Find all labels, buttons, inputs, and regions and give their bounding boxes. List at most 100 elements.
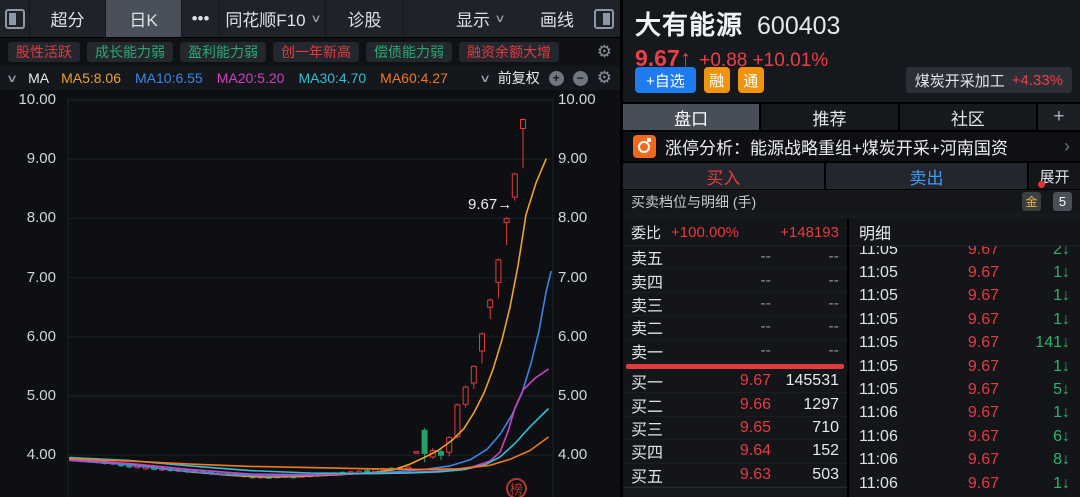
adjust-chevron-icon[interactable]: ∨	[479, 72, 491, 85]
add-tab-button[interactable]: +	[1038, 104, 1080, 130]
zoom-in-icon[interactable]: +	[549, 71, 564, 86]
rank-stamp-icon[interactable]: 榜	[506, 478, 527, 497]
trade-time: 11:05	[859, 311, 921, 329]
bid-row[interactable]: 买一9.67145531	[623, 370, 847, 393]
stock-tag[interactable]: 创一年新高	[273, 42, 359, 62]
toolbar-zhengu-button[interactable]: 诊股	[326, 0, 404, 37]
y-axis-tick-l: 8.00	[6, 209, 56, 226]
panel-left-icon	[5, 9, 25, 29]
ma-group-label: MA	[28, 70, 49, 86]
quote-tabs: 盘口推荐社区+	[623, 104, 1080, 132]
tab-盘口[interactable]: 盘口	[623, 104, 761, 130]
adjust-mode-label[interactable]: 前复权	[498, 68, 540, 88]
ask-volume: --	[771, 318, 839, 336]
trade-detail-row[interactable]: 11:059.671↓	[849, 308, 1080, 331]
trade-volume: 6↓	[999, 428, 1070, 446]
y-axis-tick-l: 7.00	[6, 269, 56, 286]
trade-detail-row[interactable]: 11:059.67141↓	[849, 332, 1080, 355]
stock-tag[interactable]: 盈利能力弱	[180, 42, 266, 62]
candlestick-chart[interactable]: 9.67→ ←3.60 榜 10.0010.009.009.008.008.00…	[0, 90, 620, 497]
connect-badge[interactable]: 通	[738, 67, 764, 93]
stock-tag[interactable]: 股性活跃	[8, 42, 80, 62]
ask-volume: --	[771, 295, 839, 313]
bid-row[interactable]: 买五9.63503	[623, 464, 847, 487]
industry-chip[interactable]: 煤炭开采加工 +4.33%	[906, 67, 1072, 93]
trade-detail-row[interactable]: 11:069.676↓	[849, 425, 1080, 448]
latest-price-annotation: 9.67→	[468, 196, 512, 213]
ma-line-MA20	[70, 369, 548, 474]
toolbar-f10-button[interactable]: 同花顺F10 ∨	[220, 0, 326, 37]
level-count-badge[interactable]: 5	[1053, 192, 1072, 211]
ma-collapse-chevron-icon[interactable]: ∨	[6, 72, 18, 85]
trade-volume: 8↓	[999, 451, 1070, 469]
price-change-pct: +10.01%	[753, 50, 829, 71]
tags-settings-gear-icon[interactable]: ⚙	[597, 42, 612, 62]
order-book-column: 委比 +100.00% +148193 卖五----卖四----卖三----卖二…	[623, 219, 849, 497]
sell-button[interactable]: 卖出	[826, 163, 1029, 189]
trade-price: 9.67	[921, 264, 999, 282]
toolbar-chaofen-button[interactable]: 超分	[30, 0, 106, 37]
chevron-down-icon: ∨	[310, 12, 321, 25]
ask-row[interactable]: 卖一----	[623, 340, 847, 363]
trade-detail-row[interactable]: 11:059.671↓	[849, 355, 1080, 378]
stock-code: 600403	[757, 12, 840, 40]
k-line-svg	[0, 90, 620, 497]
trade-time: 11:06	[859, 404, 921, 422]
stock-tag[interactable]: 偿债能力弱	[366, 42, 452, 62]
f10-label: 同花顺F10	[225, 6, 305, 31]
trade-time: 11:05	[859, 264, 921, 282]
trade-detail-row[interactable]: 11:069.678↓	[849, 449, 1080, 472]
add-watchlist-button[interactable]: +自选	[635, 67, 696, 93]
toolbar-draw-button[interactable]: 画线	[526, 0, 588, 37]
y-axis-tick-r: 4.00	[558, 446, 587, 463]
ask-row[interactable]: 卖二----	[623, 316, 847, 339]
zoom-out-icon[interactable]: −	[573, 71, 588, 86]
gold-feature-badge[interactable]: 金	[1022, 192, 1041, 211]
limit-up-analysis-text: 涨停分析：能源战略重组+煤炭开采+河南国资	[665, 134, 1008, 159]
trade-detail-row[interactable]: 11:069.671↓	[849, 472, 1080, 495]
bid-row[interactable]: 买四9.64152	[623, 440, 847, 463]
bid-volume: 1297	[771, 396, 839, 414]
limit-up-analysis-row[interactable]: 涨停分析：能源战略重组+煤炭开采+河南国资 ›	[623, 132, 1080, 163]
bid-label: 买三	[631, 416, 685, 440]
collapse-left-panel-button[interactable]	[0, 0, 30, 37]
chart-toolbar: 超分 日K ••• 同花顺F10 ∨ 诊股 显示∨ 画线	[0, 0, 620, 38]
ask-volume: --	[771, 248, 839, 266]
stock-tag[interactable]: 成长能力弱	[87, 42, 173, 62]
expand-button[interactable]: 展开	[1029, 163, 1080, 189]
y-axis-tick-l: 9.00	[6, 150, 56, 167]
toolbar-display-button[interactable]: 显示∨	[434, 0, 526, 37]
bid-volume: 145531	[771, 372, 839, 390]
ask-volume: --	[771, 272, 839, 290]
bid-row[interactable]: 买三9.65710	[623, 417, 847, 440]
y-axis-tick-r: 10.00	[558, 91, 596, 108]
bid-row[interactable]: 买二9.661297	[623, 393, 847, 416]
industry-change-pct: +4.33%	[1012, 72, 1063, 89]
tab-推荐[interactable]: 推荐	[761, 104, 899, 130]
limit-up-analysis-icon	[633, 135, 656, 158]
ask-row[interactable]: 卖三----	[623, 293, 847, 316]
stock-tag[interactable]: 融资余额大增	[459, 42, 559, 62]
quote-header: 大有能源600403 9.67↑+0.88 +10.01% +自选 融 通 煤炭…	[623, 0, 1080, 104]
margin-badge[interactable]: 融	[704, 67, 730, 93]
chart-settings-gear-icon[interactable]: ⚙	[597, 68, 612, 88]
collapse-right-panel-button[interactable]	[588, 0, 620, 37]
trade-detail-row[interactable]: 11:059.671↓	[849, 261, 1080, 284]
bid-label: 买五	[631, 463, 685, 487]
toolbar-more-button[interactable]: •••	[182, 0, 220, 37]
buy-button[interactable]: 买入	[623, 163, 826, 189]
y-axis-tick-l: 4.00	[6, 446, 56, 463]
ask-volume: --	[771, 342, 839, 360]
trade-detail-column: 11:059.672↓11:059.671↓11:059.671↓11:059.…	[849, 219, 1080, 497]
trade-price: 9.67	[921, 475, 999, 493]
tab-社区[interactable]: 社区	[900, 104, 1038, 130]
trade-detail-row[interactable]: 11:069.671↓	[849, 402, 1080, 425]
toolbar-spacer	[404, 0, 434, 37]
trade-detail-row[interactable]: 11:059.675↓	[849, 378, 1080, 401]
ask-row[interactable]: 卖四----	[623, 269, 847, 292]
trade-detail-row[interactable]: 11:059.671↓	[849, 285, 1080, 308]
ask-label: 卖一	[631, 339, 685, 363]
toolbar-daily-k-button[interactable]: 日K	[106, 0, 182, 37]
ask-row[interactable]: 卖五----	[623, 246, 847, 269]
trade-volume: 1↓	[999, 287, 1070, 305]
